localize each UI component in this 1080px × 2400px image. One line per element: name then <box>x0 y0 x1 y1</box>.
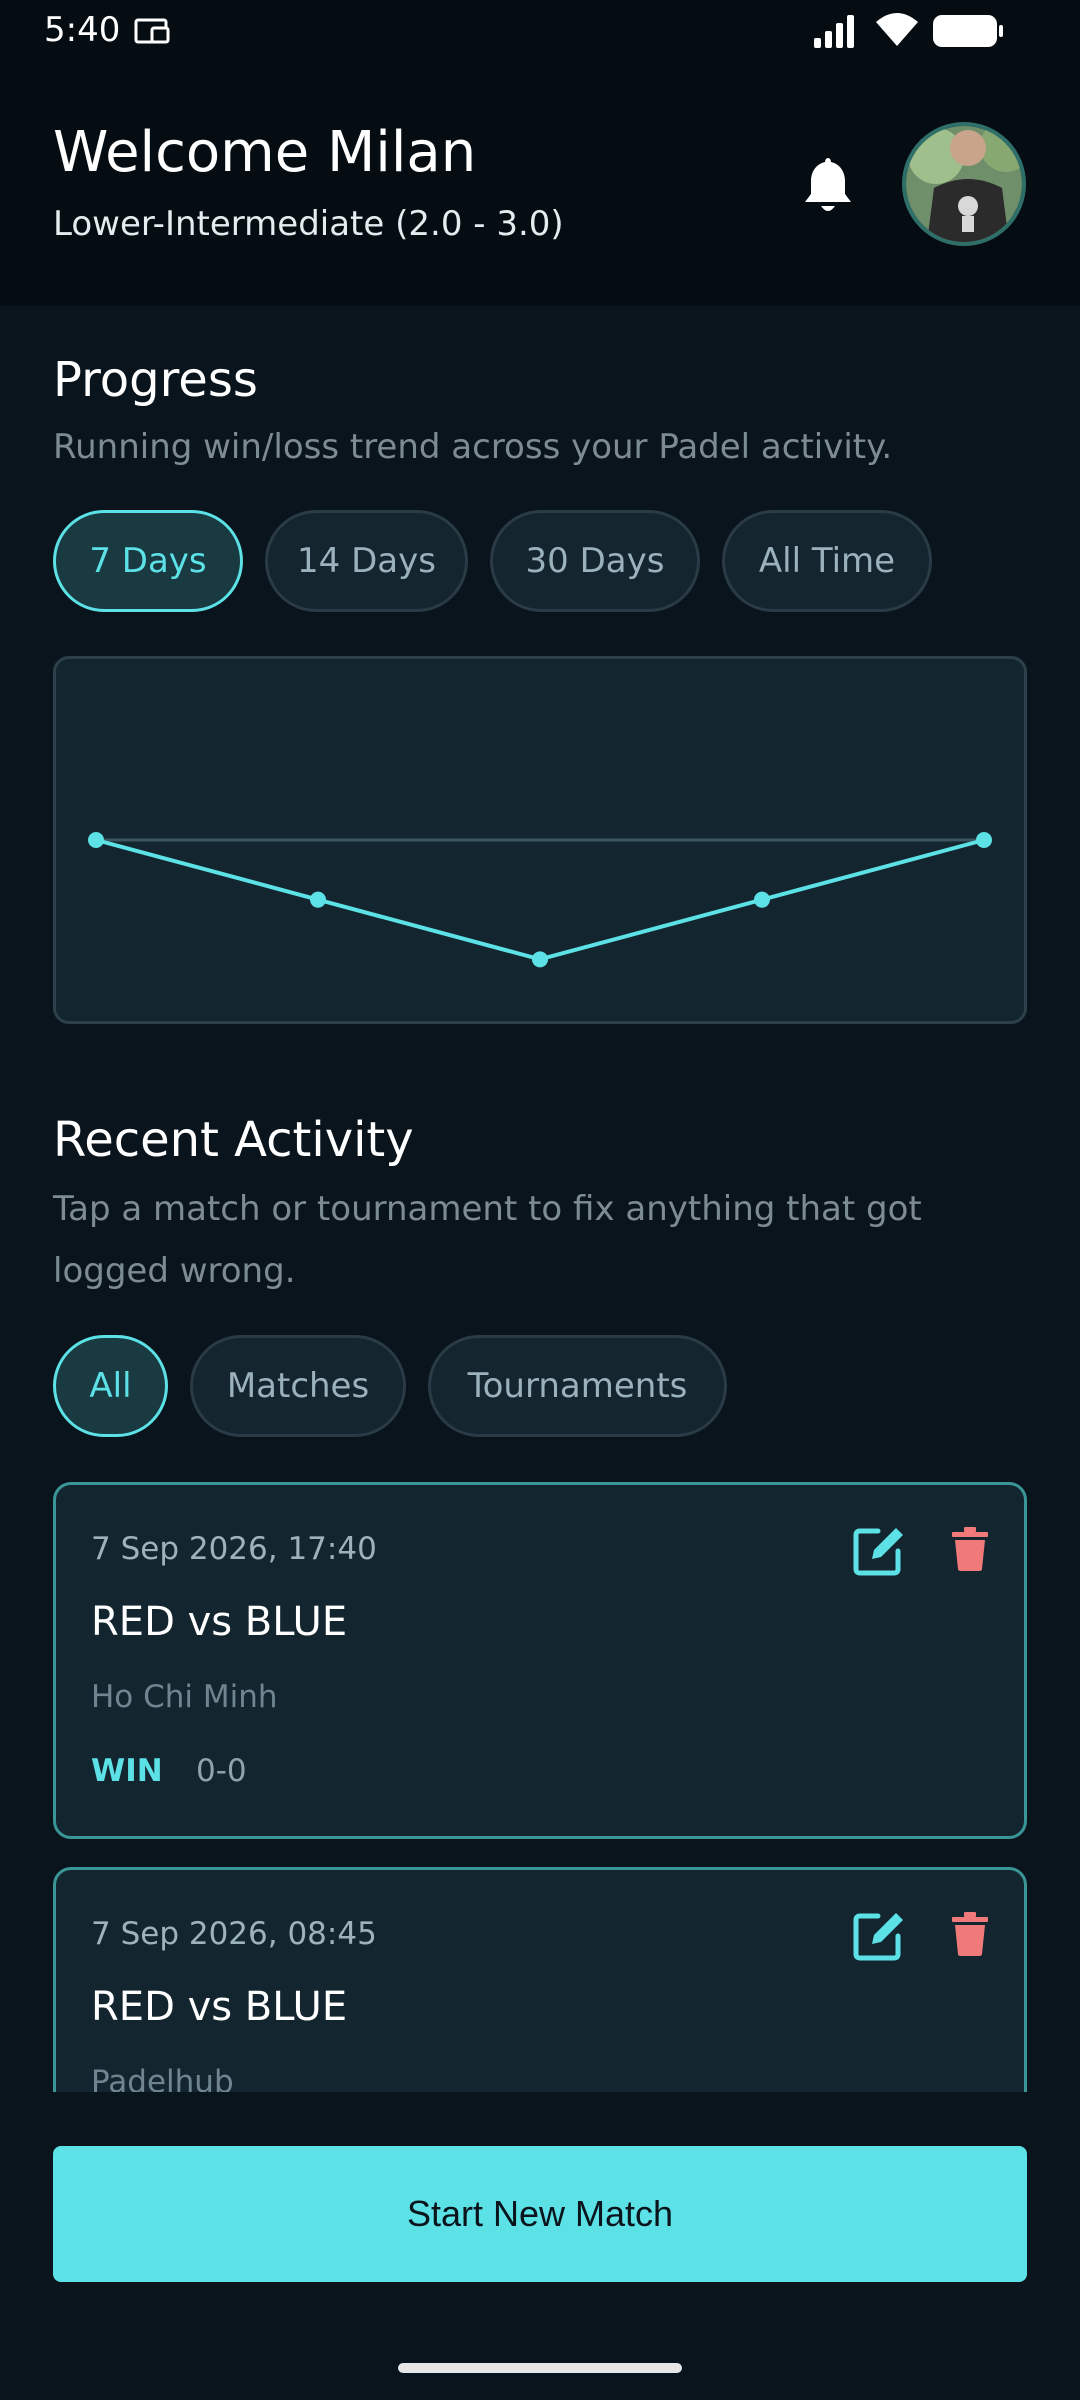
signal-icon <box>814 15 854 48</box>
progress-subtitle: Running win/loss trend across your Padel… <box>53 427 893 467</box>
home-indicator[interactable] <box>398 2363 682 2373</box>
filter-30-days[interactable]: 30 Days <box>490 510 700 612</box>
recent-activity-subtitle: Tap a match or tournament to fix anythin… <box>53 1189 922 1291</box>
activity-date: 7 Sep 2026, 08:45 <box>91 1916 377 1952</box>
avatar[interactable] <box>902 122 1026 246</box>
activity-date: 7 Sep 2026, 17:40 <box>91 1531 377 1567</box>
activity-card[interactable]: 7 Sep 2026, 17:40 RED vs BLUE Ho Chi Min… <box>53 1482 1027 1839</box>
status-time: 5:40 <box>44 10 121 50</box>
skill-level: Lower-Intermediate (2.0 - 3.0) <box>53 204 564 244</box>
chart-series-line <box>95 838 985 962</box>
filter-all-time[interactable]: All Time <box>722 510 932 612</box>
activity-filter-group: All Matches Tournaments <box>0 1335 1080 1437</box>
chart-point <box>88 832 104 848</box>
filter-tournaments[interactable]: Tournaments <box>428 1335 727 1437</box>
wifi-icon <box>876 13 918 46</box>
edit-icon[interactable] <box>852 1908 906 1962</box>
header: Welcome Milan Lower-Intermediate (2.0 - … <box>0 62 1080 306</box>
chart-point <box>310 891 326 908</box>
chart-point <box>976 832 992 848</box>
chart-point <box>754 891 770 908</box>
activity-location: Padelhub <box>91 2064 234 2092</box>
edit-icon[interactable] <box>852 1523 906 1577</box>
avatar-image <box>906 126 1022 242</box>
chart-point <box>532 951 548 968</box>
filter-matches[interactable]: Matches <box>190 1335 406 1437</box>
welcome-title: Welcome Milan <box>53 120 477 185</box>
progress-chart <box>53 656 1027 1024</box>
bell-icon[interactable] <box>800 154 856 216</box>
activity-list: 7 Sep 2026, 17:40 RED vs BLUE Ho Chi Min… <box>0 1480 1080 2092</box>
activity-title: RED vs BLUE <box>91 1599 348 1645</box>
activity-title: RED vs BLUE <box>91 1984 348 2030</box>
filter-14-days[interactable]: 14 Days <box>265 510 468 612</box>
status-bar: 5:40 <box>0 0 1080 62</box>
progress-filter-group: 7 Days 14 Days 30 Days All Time <box>0 510 1080 612</box>
activity-location: Ho Chi Minh <box>91 1679 278 1715</box>
filter-all[interactable]: All <box>53 1335 168 1437</box>
activity-score: 0-0 <box>196 1753 247 1789</box>
activity-result: WIN <box>91 1753 163 1789</box>
start-new-match-button[interactable]: Start New Match <box>53 2146 1027 2282</box>
battery-icon <box>933 15 1003 47</box>
trash-icon[interactable] <box>952 1527 988 1571</box>
trash-icon[interactable] <box>952 1912 988 1956</box>
recent-activity-title: Recent Activity <box>53 1112 414 1168</box>
activity-card[interactable]: 7 Sep 2026, 08:45 RED vs BLUE Padelhub <box>53 1867 1027 2092</box>
filter-7-days[interactable]: 7 Days <box>53 510 243 612</box>
cast-icon <box>134 18 170 44</box>
progress-chart-svg <box>88 832 992 968</box>
progress-title: Progress <box>53 352 258 408</box>
